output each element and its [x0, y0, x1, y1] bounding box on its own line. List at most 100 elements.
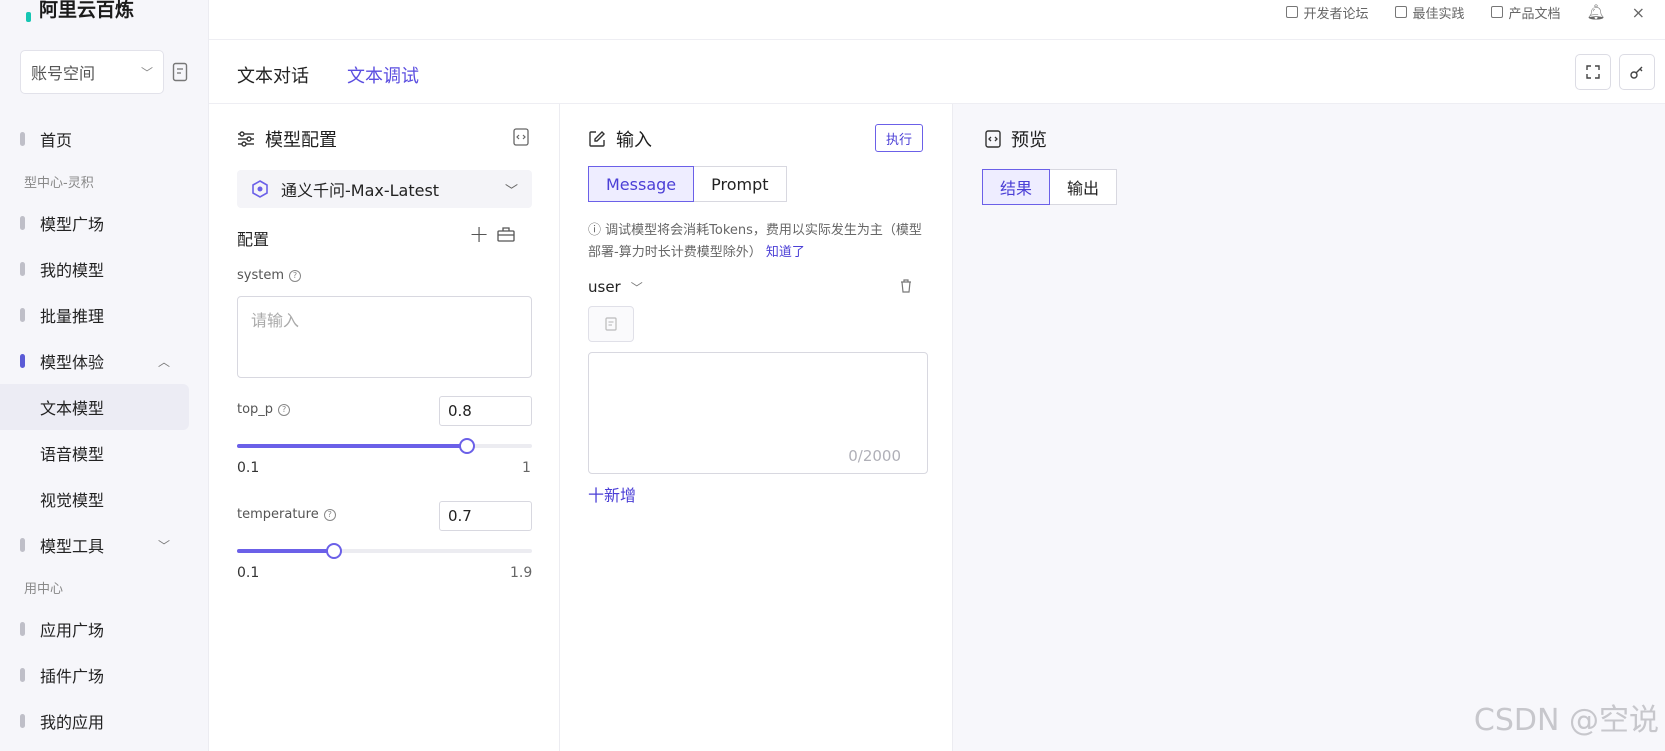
sidebar-item-label: 我的模型 — [40, 261, 105, 280]
app-square-icon — [20, 622, 25, 636]
temperature-slider[interactable] — [237, 543, 532, 559]
sidebar-section-model-center: 型中心-灵积 — [24, 175, 94, 191]
input-mode-toggle: Message Prompt — [588, 166, 787, 202]
user-icon[interactable]: ⨯ — [1632, 3, 1645, 22]
input-panel: 输入 执行 Message Prompt ⓘ 调试模型将会消耗Tokens，费用… — [560, 104, 953, 751]
brand-logo[interactable]: 阿里云百炼 — [26, 0, 134, 22]
slider-handle[interactable] — [326, 543, 343, 559]
sidebar-item-speech-model[interactable]: 语音模型 — [0, 430, 208, 476]
input-title: 输入 — [588, 126, 652, 152]
tabs-bar: 文本对话 文本调试 — [209, 40, 1665, 106]
role-value: user — [588, 278, 621, 296]
top-link-docs[interactable]: 产品文档 — [1490, 3, 1561, 22]
top-link-best-practice[interactable]: 最佳实践 — [1394, 3, 1465, 22]
input-title-text: 输入 — [616, 130, 652, 151]
message-mode-button[interactable]: Message — [588, 166, 695, 202]
fullscreen-button[interactable] — [1575, 54, 1611, 90]
sidebar-item-vision-model[interactable]: 视觉模型 — [0, 476, 208, 522]
message-input[interactable]: 0/2000 — [588, 352, 928, 474]
temperature-min: 0.1 — [237, 565, 260, 581]
sidebar-item-app-square[interactable]: 应用广场 — [0, 606, 208, 652]
temperature-label-text: temperature — [237, 507, 319, 522]
system-label-text: system — [237, 268, 284, 283]
top-p-input[interactable]: 0.8 — [439, 396, 532, 426]
chevron-down-icon: ﹀ — [504, 183, 518, 199]
bell-icon[interactable]: 🔔︎ — [1587, 3, 1606, 21]
qwen-logo-icon — [252, 180, 268, 198]
info-icon: ⓘ — [588, 223, 606, 238]
sidebar-item-my-models[interactable]: 我的模型 — [0, 246, 208, 292]
watermark: CSDN @空说 — [1473, 703, 1659, 738]
role-select[interactable]: user ﹀ — [588, 278, 643, 296]
add-icon[interactable]: + — [469, 220, 489, 248]
output-tab-button[interactable]: 输出 — [1050, 169, 1118, 205]
help-icon[interactable]: ? — [278, 403, 291, 416]
sidebar-item-label: 视觉模型 — [40, 491, 105, 510]
batch-inference-icon — [20, 308, 25, 322]
notice-ack-link[interactable]: 知道了 — [766, 245, 805, 260]
image-icon — [1394, 6, 1407, 18]
sidebar-item-home[interactable]: 首页 — [0, 116, 208, 162]
sidebar-item-label: 模型体验 — [40, 353, 105, 372]
temperature-input[interactable]: 0.7 — [439, 501, 532, 531]
sidebar-item-label: 应用广场 — [40, 621, 105, 640]
top-p-min: 0.1 — [237, 460, 260, 476]
code-file-icon[interactable] — [513, 128, 529, 146]
sidebar-item-label: 首页 — [40, 131, 73, 150]
brand-title: 阿里云百炼 — [39, 0, 135, 21]
document-icon — [605, 317, 617, 331]
sidebar-item-batch-inference[interactable]: 批量推理 — [0, 292, 208, 338]
top-links: 开发者论坛 最佳实践 产品文档 🔔︎ ⨯ — [1285, 0, 1645, 24]
add-message-button[interactable]: 十新增 — [588, 482, 636, 506]
sidebar-item-plugin-square[interactable]: 插件广场 — [0, 652, 208, 698]
tab-text-debug[interactable]: 文本调试 — [347, 62, 419, 106]
sidebar-item-model-square[interactable]: 模型广场 — [0, 200, 208, 246]
chevron-down-icon: ﹀ — [140, 65, 153, 80]
chevron-down-icon: ﹀ — [158, 538, 171, 553]
slider-fill — [237, 444, 468, 448]
sidebar-item-text-model[interactable]: 文本模型 — [0, 384, 189, 430]
sidebar-section-app-center: 用中心 — [24, 581, 64, 597]
model-config-title: 模型配置 — [237, 126, 337, 152]
tab-text-chat[interactable]: 文本对话 — [237, 62, 309, 104]
document-icon — [1490, 6, 1503, 18]
system-input[interactable]: 请输入 — [237, 296, 532, 378]
sidebar-item-model-tools[interactable]: 模型工具 ﹀ — [0, 522, 208, 568]
document-icon[interactable] — [172, 62, 188, 82]
model-tools-icon — [20, 538, 25, 552]
my-apps-icon — [20, 714, 25, 728]
system-label: system ? — [237, 268, 301, 283]
plugin-square-icon — [20, 668, 25, 682]
top-p-label: top_p ? — [237, 402, 291, 417]
top-link-forum[interactable]: 开发者论坛 — [1285, 3, 1369, 22]
run-button[interactable]: 执行 — [875, 124, 924, 152]
slider-handle[interactable] — [459, 438, 476, 454]
help-icon[interactable]: ? — [323, 508, 336, 521]
sidebar-item-my-apps[interactable]: 我的应用 — [0, 698, 208, 744]
model-select[interactable]: 通义千问-Max-Latest ﹀ — [237, 170, 532, 208]
temperature-label: temperature ? — [237, 507, 336, 522]
top-bar: 开发者论坛 最佳实践 产品文档 🔔︎ ⨯ — [209, 0, 1665, 40]
top-p-slider[interactable] — [237, 438, 532, 454]
model-config-panel: 模型配置 通义千问-Max-Latest ﹀ 配置 + system ? 请输入… — [209, 104, 560, 751]
prompt-mode-button[interactable]: Prompt — [694, 166, 787, 202]
help-icon[interactable]: ? — [289, 269, 301, 282]
my-models-icon — [20, 262, 25, 276]
result-tab-button[interactable]: 结果 — [982, 169, 1051, 205]
token-notice: ⓘ 调试模型将会消耗Tokens，费用以实际发生为主（模型部署-算力时长计费模型… — [588, 220, 928, 264]
sidebar-item-label: 批量推理 — [40, 307, 105, 326]
preview-title: 预览 — [985, 126, 1047, 152]
home-icon — [20, 132, 25, 146]
trash-icon[interactable] — [900, 279, 912, 293]
slider-fill — [237, 549, 335, 553]
top-link-label: 开发者论坛 — [1303, 6, 1369, 22]
code-file-icon — [985, 130, 1001, 148]
workspace-select[interactable]: 账号空间 ﹀ — [20, 50, 164, 94]
chevron-down-icon: ﹀ — [630, 280, 643, 295]
toolbox-icon[interactable] — [497, 226, 515, 242]
key-button[interactable] — [1619, 54, 1655, 90]
template-button[interactable] — [588, 306, 634, 342]
sidebar-item-model-experience[interactable]: 模型体验 ︿ — [0, 338, 208, 384]
preview-title-text: 预览 — [1011, 130, 1047, 151]
sidebar: 阿里云百炼 账号空间 ﹀ 首页 型中心-灵积 模型广场 我的模型 批量推理 模型… — [0, 0, 209, 751]
